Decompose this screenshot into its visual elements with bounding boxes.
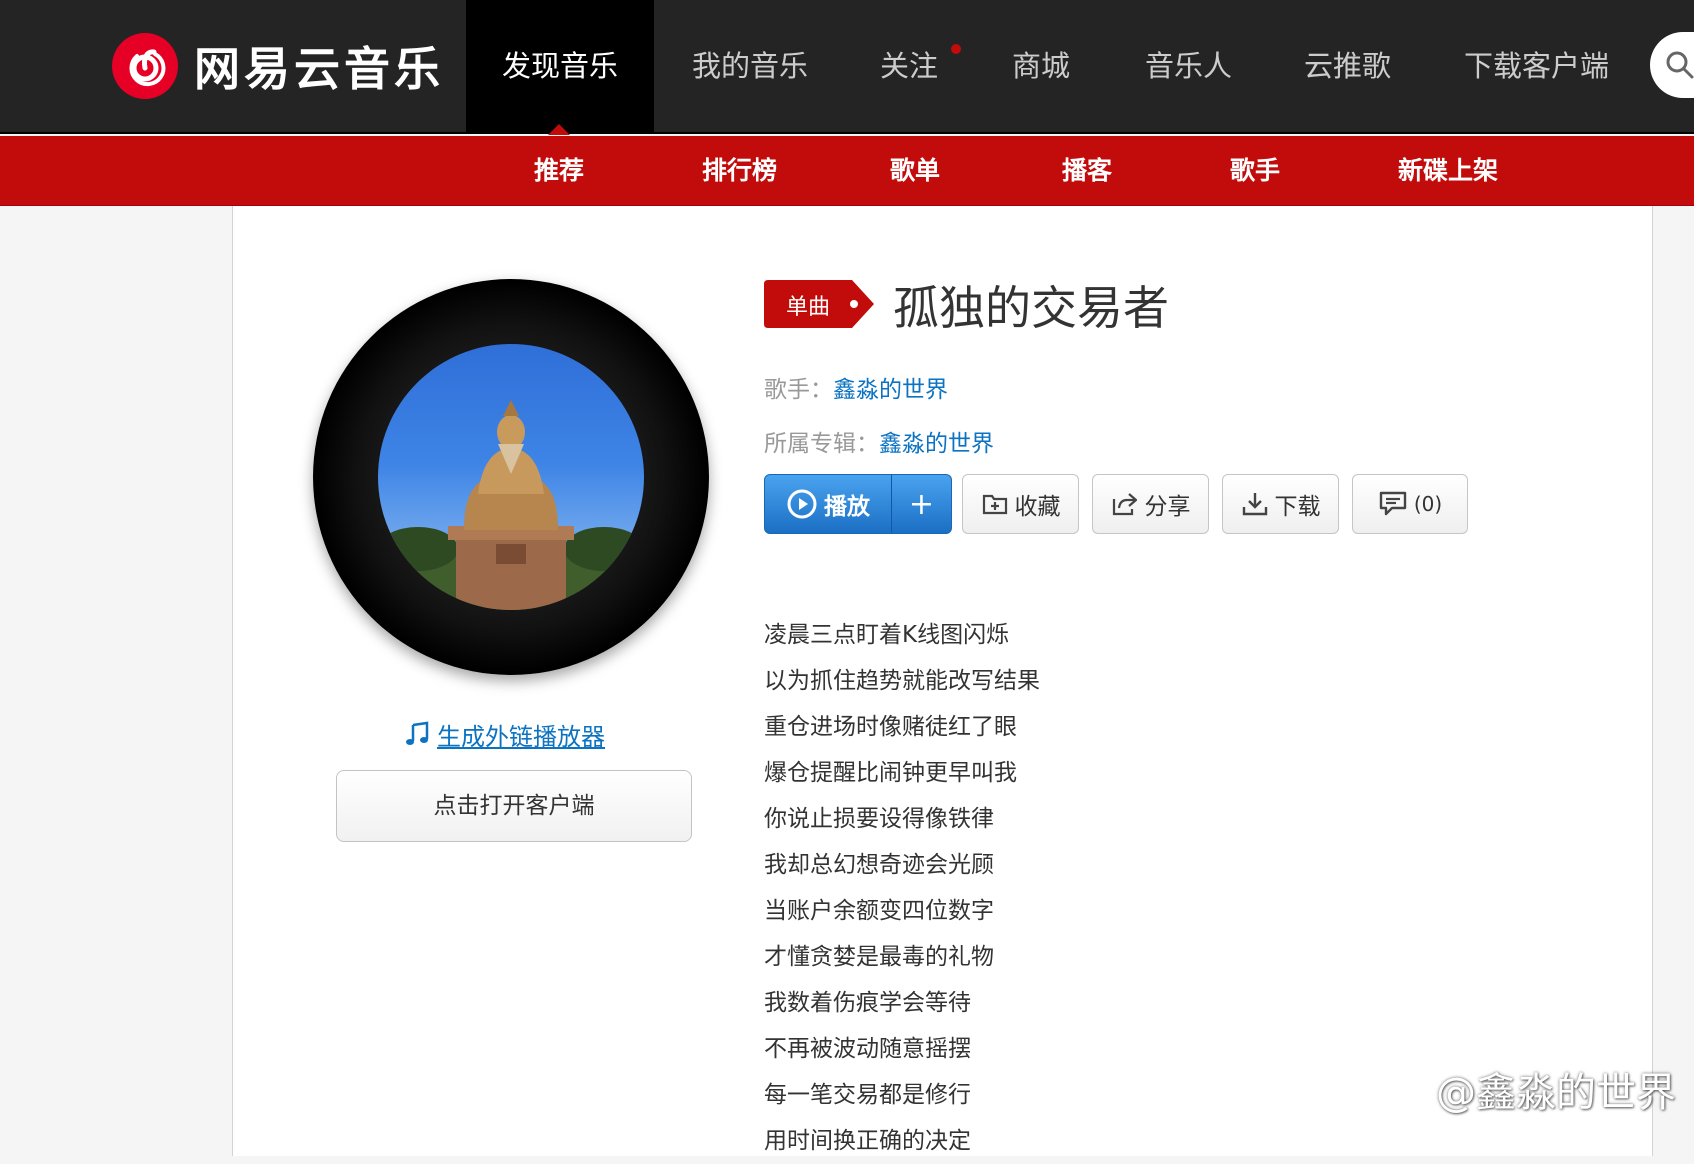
music-note-icon [406,721,429,745]
zhihu-logo-icon [1394,1071,1422,1106]
subnav-label: 新碟上架 [1398,156,1499,185]
lyric-line: 当账户余额变四位数字 [764,898,994,924]
nav-label: 音乐人 [1145,49,1233,83]
song-title: 孤独的交易者 [893,281,1169,335]
nav-musician[interactable]: 音乐人 [1145,0,1232,134]
brand-logo[interactable]: 网易云音乐 [112,32,444,100]
download-icon [1242,493,1267,516]
single-tag-label: 单曲 [786,295,831,320]
download-button[interactable]: 下载 [1222,474,1339,534]
top-navigation-bar: 网易云音乐 发现音乐 我的音乐 关注 商城 音乐人 云推歌 下载客户端 [0,0,1694,134]
brand-name: 网易云音乐 [194,42,444,96]
sub-navigation-bar: 推荐 排行榜 歌单 播客 歌手 新碟上架 [0,136,1694,206]
search-icon [1666,51,1694,79]
nav-label: 商城 [1012,49,1071,83]
album-label: 所属专辑： [764,431,879,457]
artist-link[interactable]: 鑫淼的世界 [833,377,948,403]
single-tag: 单曲 [764,280,874,328]
nav-label: 下载客户端 [1464,49,1610,83]
subnav-label: 排行榜 [702,156,778,185]
subnav-podcasts[interactable]: 播客 [1062,136,1112,206]
external-player-label: 生成外链播放器 [437,722,605,751]
share-label: 分享 [1144,494,1191,520]
add-to-playlist-button[interactable]: + [891,474,952,534]
nav-label: 云推歌 [1304,49,1392,83]
favorite-label: 收藏 [1014,494,1061,520]
lyric-line: 不再被波动随意摇摆 [764,1036,971,1062]
lyric-line: 我数着伤痕学会等待 [764,990,971,1016]
lyric-line: 爆仓提醒比闹钟更早叫我 [764,760,1017,786]
external-player-link[interactable]: 生成外链播放器 [405,716,605,752]
play-label: 播放 [824,494,870,520]
search-input[interactable] [1650,32,1694,98]
lyric-line: 重仓进场时像赌徒红了眼 [764,714,1017,740]
comments-button[interactable]: (0) [1352,474,1468,534]
comment-icon [1379,491,1407,516]
nav-download-client[interactable]: 下载客户端 [1464,0,1609,134]
album-row: 所属专辑：鑫淼的世界 [764,424,994,458]
play-circle-icon [787,489,817,519]
subnav-label: 歌手 [1230,156,1281,185]
nav-label: 我的音乐 [692,49,809,83]
watermark-text: @鑫淼的世界 [1436,1070,1676,1116]
watermark: @鑫淼的世界 [1388,1060,1676,1118]
lyric-line: 凌晨三点盯着K线图闪烁 [764,622,1010,648]
nav-label: 发现音乐 [501,49,618,83]
lyric-line: 才懂贪婪是最毒的礼物 [764,944,994,970]
nav-label: 关注 [880,49,939,83]
album-link[interactable]: 鑫淼的世界 [879,431,994,457]
share-button[interactable]: 分享 [1092,474,1209,534]
add-folder-icon [982,494,1007,515]
subnav-recommend[interactable]: 推荐 [534,136,584,206]
open-client-button[interactable]: 点击打开客户端 [336,770,692,842]
favorite-button[interactable]: 收藏 [962,474,1079,534]
logo-icon [112,33,178,99]
subnav-label: 歌单 [890,156,941,185]
artist-row: 歌手：鑫淼的世界 [764,370,948,404]
lyrics-block: 凌晨三点盯着K线图闪烁 以为抓住趋势就能改写结果 重仓进场时像赌徒红了眼 爆仓提… [764,612,1364,1164]
nav-discover-music[interactable]: 发现音乐 [466,0,654,134]
nav-my-music[interactable]: 我的音乐 [692,0,808,134]
subnav-artists[interactable]: 歌手 [1230,136,1280,206]
lyric-line: 以为抓住趋势就能改写结果 [764,668,1040,694]
subnav-new-albums[interactable]: 新碟上架 [1398,136,1498,206]
lyric-line: 你说止损要设得像铁律 [764,806,994,832]
nav-mall[interactable]: 商城 [1012,0,1070,134]
nav-follow[interactable]: 关注 [880,0,938,134]
play-button[interactable]: 播放 [764,474,892,534]
lyric-line: 我却总幻想奇迹会光顾 [764,852,994,878]
subnav-label: 推荐 [534,156,585,185]
album-cover-image [378,344,644,610]
comments-count: (0) [1413,492,1443,516]
subnav-playlists[interactable]: 歌单 [890,136,940,206]
artist-label: 歌手： [764,377,833,403]
share-icon [1112,493,1137,516]
album-disc [313,279,709,675]
nav-cloud-recommend[interactable]: 云推歌 [1304,0,1391,134]
lyric-line: 用时间换正确的决定 [764,1128,971,1154]
subnav-charts[interactable]: 排行榜 [702,136,777,206]
lyric-line: 每一笔交易都是修行 [764,1082,971,1108]
active-nav-caret [548,124,570,135]
notification-dot [951,44,961,54]
download-label: 下载 [1274,494,1321,520]
subnav-label: 播客 [1062,156,1113,185]
